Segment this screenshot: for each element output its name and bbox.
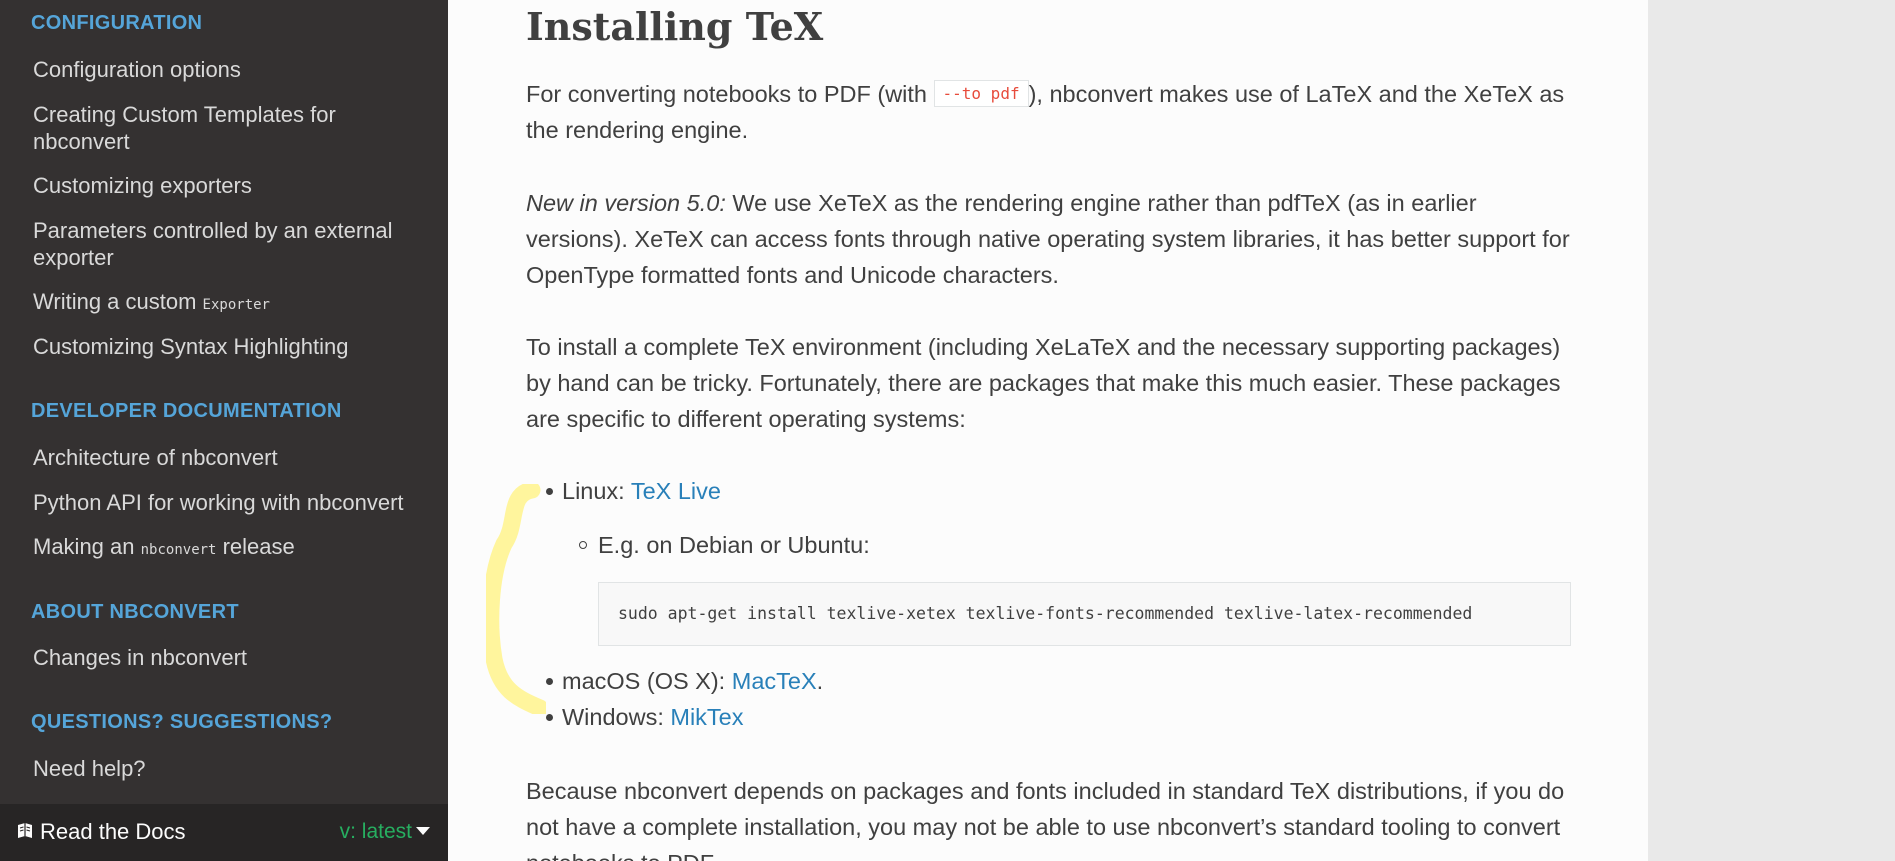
bullet-debian xyxy=(579,541,587,549)
nbconvert-code: nbconvert xyxy=(140,542,217,558)
sidebar-item-python-api[interactable]: Python API for working with nbconvert xyxy=(33,489,413,516)
linux-label: Linux: xyxy=(562,478,631,504)
page-title: Installing TeX xyxy=(526,4,824,49)
list-item-linux: Linux: TeX Live xyxy=(562,476,721,506)
bullet-windows xyxy=(546,714,553,721)
sidebar-item-writing-custom-exporter[interactable]: Writing a custom Exporter xyxy=(33,288,413,319)
mactex-link[interactable]: MacTeX xyxy=(732,668,817,694)
intro-paragraph: For converting notebooks to PDF (with --… xyxy=(526,76,1576,148)
section-heading-about: ABOUT NBCONVERT xyxy=(31,601,239,623)
version-note-label: New in version 5.0: xyxy=(526,190,726,216)
section-heading-developer-docs: DEVELOPER DOCUMENTATION xyxy=(31,400,342,422)
macos-suffix: . xyxy=(816,668,824,694)
version-label: v: latest xyxy=(339,820,412,843)
sidebar-item-need-help[interactable]: Need help? xyxy=(33,755,413,782)
exporter-code: Exporter xyxy=(202,297,270,313)
sidebar-item-architecture[interactable]: Architecture of nbconvert xyxy=(33,444,413,471)
sidebar-item-custom-templates[interactable]: Creating Custom Templates for nbconvert xyxy=(33,101,413,155)
bullet-linux xyxy=(546,488,553,495)
sidebar-item-configuration-options[interactable]: Configuration options xyxy=(33,56,413,83)
caret-down-icon xyxy=(416,827,430,835)
sidebar-item-making-release[interactable]: Making an nbconvert release xyxy=(33,533,413,564)
sidebar-item-syntax-highlighting[interactable]: Customizing Syntax Highlighting xyxy=(33,333,413,360)
sidebar-item-parameters-external-exporter[interactable]: Parameters controlled by an external exp… xyxy=(33,217,413,271)
highlighter-mark xyxy=(486,484,546,714)
install-paragraph: To install a complete TeX environment (i… xyxy=(526,334,1561,432)
list-item-windows: Windows: MikTex xyxy=(562,702,744,732)
section-heading-configuration: CONFIGURATION xyxy=(31,12,203,34)
miktex-link[interactable]: MikTex xyxy=(670,704,743,730)
to-pdf-code: --to pdf xyxy=(933,80,1029,107)
list-item-macos: macOS (OS X): MacTeX. xyxy=(562,666,823,696)
sidebar-item-label: Making an xyxy=(33,534,141,559)
version-note-paragraph: New in version 5.0: We use XeTeX as the … xyxy=(526,185,1576,293)
sidebar-item-label: Writing a custom xyxy=(33,289,203,314)
read-the-docs-label: Read the Docs xyxy=(40,819,186,844)
sidebar: CONFIGURATION Configuration options Crea… xyxy=(0,0,448,861)
section-heading-questions: QUESTIONS? SUGGESTIONS? xyxy=(31,711,333,733)
sidebar-item-customizing-exporters[interactable]: Customizing exporters xyxy=(33,172,413,199)
list-item-debian: E.g. on Debian or Ubuntu: xyxy=(598,532,870,558)
bullet-macos xyxy=(546,678,553,685)
read-the-docs-link[interactable]: Read the Docs xyxy=(16,819,186,845)
dependency-paragraph: Because nbconvert depends on packages an… xyxy=(526,778,1565,861)
texlive-link[interactable]: TeX Live xyxy=(631,478,721,504)
install-command-code-block: sudo apt-get install texlive-xetex texli… xyxy=(598,582,1571,646)
version-selector[interactable]: v: latest xyxy=(340,820,430,844)
book-icon xyxy=(18,823,32,838)
sidebar-item-changes[interactable]: Changes in nbconvert xyxy=(33,644,413,671)
sidebar-item-suffix: release xyxy=(216,534,295,559)
read-the-docs-bar[interactable]: Read the Docs v: latest xyxy=(0,804,448,861)
macos-label: macOS (OS X): xyxy=(562,668,732,694)
intro-text: For converting notebooks to PDF (with xyxy=(526,81,934,107)
windows-label: Windows: xyxy=(562,704,671,730)
